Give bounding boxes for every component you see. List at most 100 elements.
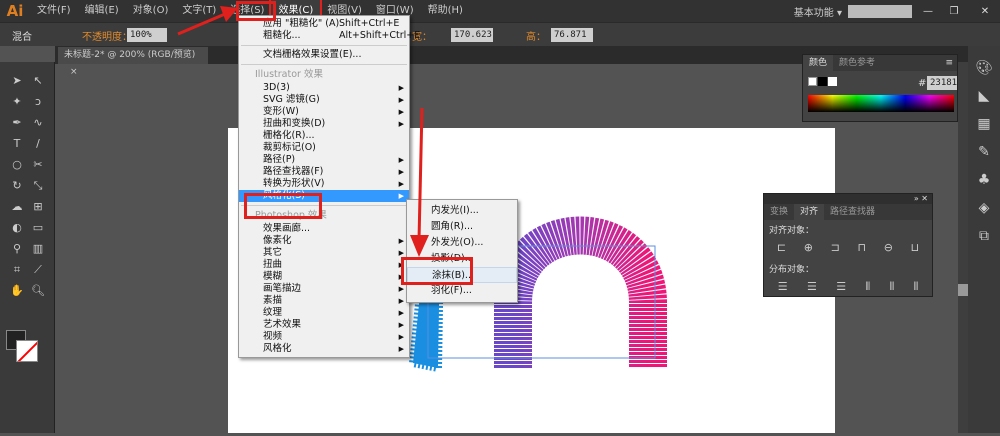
- close-panel-icon[interactable]: » ✕: [764, 194, 932, 204]
- menu-item-convert-to-shape[interactable]: 转换为形状(V) ▶: [239, 178, 409, 190]
- menu-item-pixelate[interactable]: 像素化 ▶: [239, 235, 409, 247]
- menu-item-rasterize[interactable]: 栅格化(R)...: [239, 130, 409, 142]
- artboards-icon[interactable]: ⧉: [971, 228, 997, 250]
- menu-item-effect-gallery[interactable]: 效果画廊...: [239, 223, 409, 235]
- magic-wand-icon[interactable]: ✦: [8, 93, 26, 111]
- menu-item-pathfinder[interactable]: 路径查找器(F) ▶: [239, 166, 409, 178]
- color-panel-icon[interactable]: 🎨︎: [971, 60, 997, 82]
- white-swatch[interactable]: [828, 77, 837, 86]
- menu-item-ps-stylize[interactable]: 风格化 ▶: [239, 343, 409, 355]
- distribute-left-icon[interactable]: ⫴: [866, 280, 871, 294]
- line-tool-icon[interactable]: /: [29, 135, 47, 153]
- menu-item-crop-marks[interactable]: 裁剪标记(O): [239, 142, 409, 154]
- menu-item-video[interactable]: 视频 ▶: [239, 331, 409, 343]
- type-tool-icon[interactable]: T: [8, 135, 26, 153]
- tab-pathfinder[interactable]: 路径查找器: [824, 204, 881, 220]
- selection-tool-icon[interactable]: ➤: [8, 72, 26, 90]
- distribute-right-icon[interactable]: ⫴: [914, 280, 919, 294]
- symbols-icon[interactable]: ♣: [971, 172, 997, 194]
- menu-item-brush-strokes[interactable]: 画笔描边 ▶: [239, 283, 409, 295]
- menu-item-distort-transform[interactable]: 扭曲和变换(D) ▶: [239, 118, 409, 130]
- color-guide-icon[interactable]: ◣: [971, 88, 997, 110]
- vertical-scrollbar[interactable]: [958, 62, 968, 433]
- align-objects-label: 对齐对象：: [769, 226, 815, 236]
- opacity-input[interactable]: 100%: [127, 28, 167, 42]
- direct-selection-icon[interactable]: ↖: [29, 72, 47, 90]
- menu-item-path[interactable]: 路径(P) ▶: [239, 154, 409, 166]
- distribute-objects-label: 分布对象：: [769, 265, 815, 275]
- slice-icon[interactable]: ⟋: [29, 261, 47, 279]
- hex-input[interactable]: 231815: [927, 76, 963, 90]
- hand-icon[interactable]: ✋: [8, 282, 26, 300]
- height-input[interactable]: 76.871 px: [551, 28, 593, 54]
- annotation-arrow-1: [177, 6, 238, 36]
- graph-icon[interactable]: ▥: [29, 240, 47, 258]
- restore-button[interactable]: ❐: [944, 6, 964, 17]
- rotate-icon[interactable]: ↻: [8, 177, 26, 195]
- gradient-icon[interactable]: ▭: [29, 219, 47, 237]
- layers-icon[interactable]: ◈: [971, 200, 997, 222]
- distribute-hcenter-icon[interactable]: ⫴: [890, 280, 895, 294]
- align-top-icon[interactable]: ⊓: [857, 241, 866, 254]
- align-vcenter-icon[interactable]: ⊖: [884, 241, 893, 254]
- black-swatch[interactable]: [818, 77, 827, 86]
- tab-align[interactable]: 对齐: [794, 204, 825, 220]
- align-hcenter-icon[interactable]: ⊕: [804, 241, 813, 254]
- mode-label: 混合: [12, 32, 32, 43]
- menu-item-blur[interactable]: 模糊 ▶: [239, 271, 409, 283]
- menu-item-3d[interactable]: 3D(3) ▶: [239, 82, 409, 94]
- ellipse-tool-icon[interactable]: ○: [8, 156, 26, 174]
- scissors-icon[interactable]: ✂: [29, 156, 47, 174]
- menu-edit[interactable]: 编辑(E): [78, 0, 126, 22]
- menu-item-warp[interactable]: 变形(W) ▶: [239, 106, 409, 118]
- menu-object[interactable]: 对象(O): [126, 0, 176, 22]
- document-tab-title: 未标题-2* @ 200% (RGB/预览): [64, 50, 196, 60]
- tab-color[interactable]: 颜色: [803, 55, 834, 71]
- tab-color-guide[interactable]: 颜色参考: [833, 55, 881, 71]
- menu-item-other[interactable]: 其它 ▶: [239, 247, 409, 259]
- color-spectrum[interactable]: [808, 95, 954, 112]
- lasso-icon[interactable]: ↄ: [29, 93, 47, 111]
- opacity-label[interactable]: 不透明度：: [82, 28, 132, 43]
- document-raster-settings-item[interactable]: 文档栅格效果设置(E)...: [239, 49, 409, 61]
- align-panel: » ✕ 变换 对齐 路径查找器 对齐对象： ⊏ ⊕ ⊐ ⊓ ⊖ ⊔ 分布对象： ☰ ☰ ☰ ⫴ ⫴ ⫴: [763, 193, 933, 297]
- zoom-icon[interactable]: 🔍︎: [29, 282, 47, 300]
- align-bottom-icon[interactable]: ⊔: [911, 241, 920, 254]
- tab-transform[interactable]: 变换: [764, 204, 794, 220]
- free-transform-icon[interactable]: ⊞: [29, 198, 47, 216]
- menu-item-sketch[interactable]: 素描 ▶: [239, 295, 409, 307]
- feather-item[interactable]: 羽化(F)...: [407, 283, 517, 299]
- menu-item-texture[interactable]: 纹理 ▶: [239, 307, 409, 319]
- workspace-switcher[interactable]: 基本功能 ▾: [794, 4, 842, 19]
- minimize-button[interactable]: —: [918, 6, 938, 17]
- distribute-bottom-icon[interactable]: ☰: [836, 280, 846, 294]
- distribute-top-icon[interactable]: ☰: [778, 280, 788, 294]
- menu-item-artistic[interactable]: 艺术效果 ▶: [239, 319, 409, 331]
- align-right-icon[interactable]: ⊐: [831, 241, 840, 254]
- roughen-item[interactable]: 粗糙化... Alt+Shift+Ctrl+E: [239, 30, 420, 42]
- none-swatch[interactable]: [808, 77, 817, 86]
- menu-help[interactable]: 帮助(H): [421, 0, 470, 22]
- distribute-vcenter-icon[interactable]: ☰: [807, 280, 817, 294]
- menu-item-svg-filters[interactable]: SVG 滤镜(G) ▶: [239, 94, 409, 106]
- menu-file[interactable]: 文件(F): [30, 0, 78, 22]
- document-tab[interactable]: 未标题-2* @ 200% (RGB/预览) ×: [58, 47, 208, 77]
- close-button[interactable]: ✕: [970, 6, 1000, 17]
- eyedropper-icon[interactable]: ⚲: [8, 240, 26, 258]
- warp-icon[interactable]: ☁: [8, 198, 26, 216]
- stroke-swatch[interactable]: [16, 340, 38, 362]
- menu-item-distort[interactable]: 扭曲 ▶: [239, 259, 409, 271]
- curvature-icon[interactable]: ∿: [29, 114, 47, 132]
- brushes-icon[interactable]: ✎: [971, 144, 997, 166]
- panel-menu-icon[interactable]: ≡: [945, 55, 957, 71]
- annotation-box-stylize: [244, 193, 322, 219]
- width-input[interactable]: 170.623: [451, 28, 493, 42]
- artboard-icon[interactable]: ⌗: [8, 261, 26, 279]
- swatches-icon[interactable]: ▦: [971, 116, 997, 138]
- align-left-icon[interactable]: ⊏: [777, 241, 786, 254]
- pen-tool-icon[interactable]: ✒: [8, 114, 26, 132]
- shape-builder-icon[interactable]: ◐: [8, 219, 26, 237]
- search-input[interactable]: [848, 4, 912, 18]
- close-tab-icon[interactable]: ×: [70, 67, 78, 77]
- scale-icon[interactable]: ⤡: [29, 177, 47, 195]
